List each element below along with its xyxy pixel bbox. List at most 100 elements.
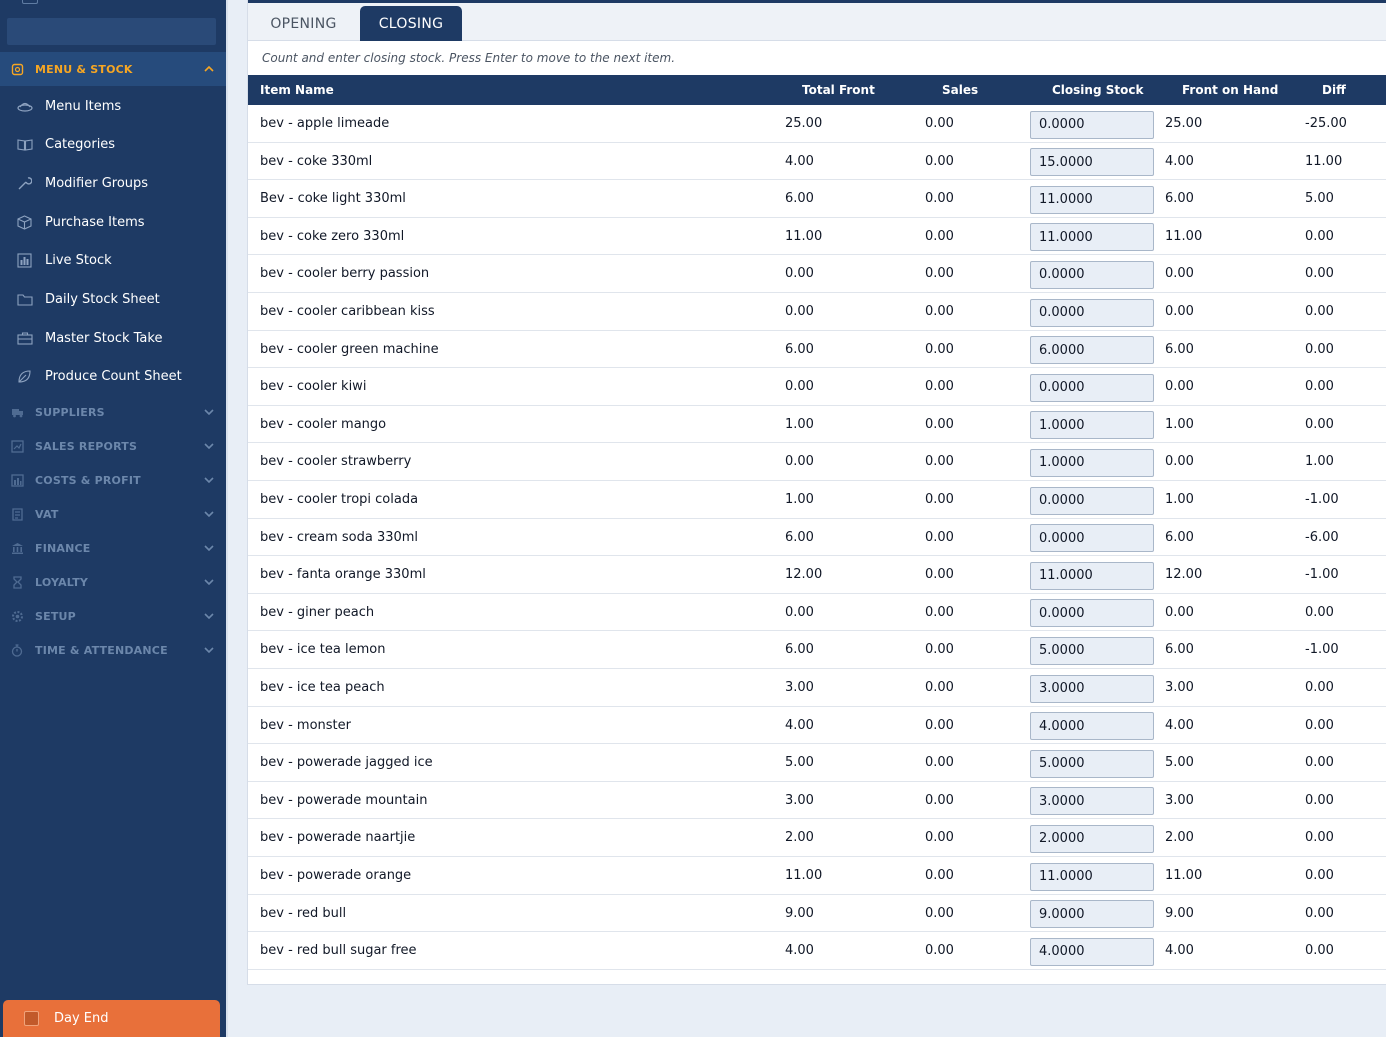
closing-stock-input[interactable] [1030,148,1154,177]
total-front-cell: 3.00 [785,792,814,808]
sidebar-item-menu-items[interactable]: Menu Items [0,87,226,125]
table-row: bev - cooler strawberry 0.00 0.00 0.00 1.00 [248,443,1386,481]
front-on-hand-cell: 9.00 [1165,905,1194,921]
home-icon[interactable] [22,0,38,4]
sidebar-item-label: Master Stock Take [45,330,163,346]
briefcase-icon [16,330,33,347]
diff-cell: 1.00 [1305,454,1334,470]
closing-stock-cell [1030,481,1154,518]
total-front-cell: 0.00 [785,454,814,470]
section-loyalty[interactable]: LOYALTY [0,565,226,599]
total-front-cell: 0.00 [785,266,814,282]
diff-cell: 0.00 [1305,830,1334,846]
item-name-cell: Bev - coke light 330ml [260,191,406,207]
item-name-cell: bev - powerade naartjie [260,830,416,846]
closing-stock-input[interactable] [1030,298,1154,327]
column-header-sales[interactable]: Sales [942,75,978,105]
day-end-button[interactable]: Day End [3,1000,220,1037]
sidebar-item-live-stock[interactable]: Live Stock [0,241,226,279]
item-name-cell: bev - giner peach [260,604,375,620]
closing-stock-input[interactable] [1030,260,1154,289]
award-icon [10,575,24,589]
section-label: VAT [35,507,59,521]
column-header-closing-stock[interactable]: Closing Stock [1052,75,1143,105]
section-sales-reports[interactable]: SALES REPORTS [0,429,226,463]
tab-opening[interactable]: OPENING [248,6,359,41]
main-content: OPENING CLOSING Count and enter closing … [226,0,1386,1037]
item-name-cell: bev - apple limeade [260,116,390,131]
sidebar-item-categories[interactable]: Categories [0,125,226,163]
closing-stock-input[interactable] [1030,900,1154,929]
closing-stock-input[interactable] [1030,336,1154,365]
tab-closing[interactable]: CLOSING [360,6,462,41]
section-label: COSTS & PROFIT [35,473,141,487]
section-costs-profit[interactable]: COSTS & PROFIT [0,463,226,497]
front-on-hand-cell: 0.00 [1165,604,1194,620]
item-name-cell: bev - fanta orange 330ml [260,567,426,583]
menu-stock-icon [10,62,24,76]
closing-stock-input[interactable] [1030,373,1154,402]
sales-cell: 0.00 [925,680,954,695]
sidebar-item-modifier-groups[interactable]: Modifier Groups [0,164,226,202]
section-menu-stock[interactable]: MENU & STOCK [0,52,226,86]
closing-stock-input[interactable] [1030,674,1154,703]
closing-stock-input[interactable] [1030,223,1154,252]
stock-sheet-panel: OPENING CLOSING Count and enter closing … [247,0,1386,985]
sidebar-item-master-stock-take[interactable]: Master Stock Take [0,319,226,357]
closing-stock-input[interactable] [1030,524,1154,553]
closing-stock-input[interactable] [1030,636,1154,665]
sales-cell: 0.00 [925,191,954,207]
diff-cell: 0.00 [1305,943,1334,959]
closing-stock-input[interactable] [1030,937,1154,966]
section-setup[interactable]: SETUP [0,599,226,633]
column-header-total-front[interactable]: Total Front [802,75,875,105]
sidebar-search-box[interactable] [7,18,216,45]
closing-stock-cell [1030,218,1154,255]
closing-stock-input[interactable] [1030,599,1154,628]
sidebar-item-produce-count-sheet[interactable]: Produce Count Sheet [0,357,226,395]
closing-stock-cell [1030,744,1154,781]
front-on-hand-cell: 0.00 [1165,266,1194,282]
closing-stock-input[interactable] [1030,185,1154,214]
diff-cell: -1.00 [1305,642,1339,658]
section-suppliers[interactable]: SUPPLIERS [0,395,226,429]
section-vat[interactable]: VAT [0,497,226,531]
table-row: bev - powerade mountain 3.00 0.00 3.00 0.00 [248,782,1386,820]
table-row: bev - ice tea lemon 6.00 0.00 6.00 -1.00 [248,631,1386,669]
closing-stock-input[interactable] [1030,787,1154,816]
closing-stock-input[interactable] [1030,824,1154,853]
stopwatch-icon [10,643,24,657]
item-name-cell: bev - powerade jagged ice [260,755,433,771]
sales-cell: 0.00 [925,830,954,846]
sales-cell: 0.00 [925,228,954,244]
calendar-icon [24,1011,39,1026]
closing-stock-input[interactable] [1030,749,1154,778]
total-front-cell: 2.00 [785,830,814,846]
closing-stock-input[interactable] [1030,862,1154,891]
closing-stock-input[interactable] [1030,561,1154,590]
total-front-cell: 12.00 [785,567,823,583]
sales-cell: 0.00 [925,266,954,282]
sidebar-item-daily-stock-sheet[interactable]: Daily Stock Sheet [0,280,226,318]
table-row: bev - powerade naartjie 2.00 0.00 2.00 0.00 [248,819,1386,857]
sales-cell: 0.00 [925,604,954,620]
diff-cell: -25.00 [1305,116,1347,131]
sales-cell: 0.00 [925,755,954,771]
sidebar-item-purchase-items[interactable]: Purchase Items [0,203,226,241]
closing-stock-input[interactable] [1030,110,1154,139]
closing-stock-input[interactable] [1030,448,1154,477]
closing-stock-input[interactable] [1030,411,1154,440]
section-finance[interactable]: FINANCE [0,531,226,565]
sales-cell: 0.00 [925,153,954,169]
table-row: bev - coke zero 330ml 11.00 0.00 11.00 0.00 [248,218,1386,256]
column-header-item-name[interactable]: Item Name [260,75,334,105]
closing-stock-input[interactable] [1030,712,1154,741]
sales-cell: 0.00 [925,341,954,357]
column-header-diff[interactable]: Diff [1322,75,1346,105]
section-label: SALES REPORTS [35,439,138,453]
closing-stock-input[interactable] [1030,486,1154,515]
diff-cell: 0.00 [1305,228,1334,244]
section-time-attendance[interactable]: TIME & ATTENDANCE [0,633,226,667]
column-header-front-on-hand[interactable]: Front on Hand [1182,75,1278,105]
chevron-down-icon [204,645,214,655]
